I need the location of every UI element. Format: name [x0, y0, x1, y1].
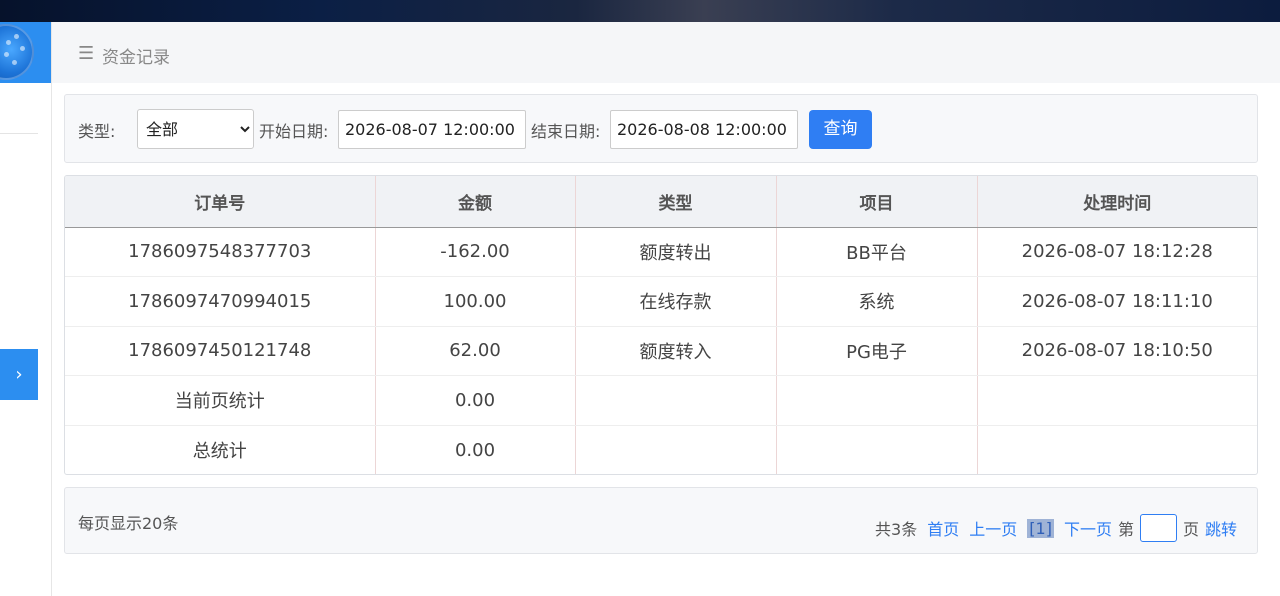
header-type: 类型	[575, 176, 777, 228]
current-page[interactable]: [1]	[1027, 518, 1054, 538]
per-page-text: 每页显示20条	[78, 514, 179, 533]
page-total-amount: 0.00	[375, 375, 576, 426]
sidebar: ›	[0, 22, 52, 596]
amount-cell: 62.00	[375, 326, 576, 376]
pagination-bar: 每页显示20条 共3条 首页 上一页 [1] 下一页 第 页 跳转	[64, 487, 1258, 554]
order-no-cell: 1786097450121748	[65, 326, 376, 376]
page-header: ☰ 资金记录	[52, 22, 1280, 83]
type-select[interactable]: 全部	[137, 109, 254, 149]
header-amount: 金额	[375, 176, 576, 228]
page-total-row: 当前页统计 0.00	[65, 375, 1257, 426]
grand-total-row: 总统计 0.00	[65, 425, 1257, 474]
filter-bar: 类型: 全部 开始日期: 结束日期: 查询	[64, 94, 1258, 163]
start-date-label: 开始日期:	[259, 122, 329, 141]
table-header-row: 订单号 金额 类型 项目 处理时间	[65, 176, 1257, 228]
table-row: 1786097470994015 100.00 在线存款 系统 2026-08-…	[65, 276, 1257, 327]
time-cell: 2026-08-07 18:11:10	[977, 276, 1257, 327]
top-banner	[0, 0, 1280, 22]
amount-cell: 100.00	[375, 276, 576, 327]
logo	[0, 22, 51, 83]
end-date-label: 结束日期:	[531, 122, 601, 141]
type-cell: 在线存款	[575, 276, 777, 327]
pagination: 共3条 首页 上一页 [1] 下一页 第 页 跳转	[875, 514, 1237, 542]
header-order-no: 订单号	[65, 176, 376, 228]
amount-cell: -162.00	[375, 227, 576, 277]
page-suffix: 页	[1182, 520, 1199, 539]
first-page-link[interactable]: 首页	[927, 516, 959, 540]
time-cell: 2026-08-07 18:12:28	[977, 227, 1257, 277]
records-table: 订单号 金额 类型 项目 处理时间 1786097548377703 -162.…	[64, 175, 1258, 475]
total-count: 共3条	[875, 520, 918, 539]
header-item: 项目	[776, 176, 978, 228]
sidebar-toggle-button[interactable]: ›	[0, 349, 38, 400]
grand-total-label: 总统计	[65, 425, 376, 474]
time-cell: 2026-08-07 18:10:50	[977, 326, 1257, 376]
query-button[interactable]: 查询	[809, 110, 872, 149]
page-prefix: 第	[1117, 520, 1134, 539]
page-title: 资金记录	[102, 48, 170, 68]
page-number-input[interactable]	[1139, 514, 1177, 542]
item-cell: PG电子	[776, 326, 978, 376]
type-cell: 额度转入	[575, 326, 777, 376]
end-date-input[interactable]	[610, 110, 798, 149]
grand-total-amount: 0.00	[375, 425, 576, 474]
type-cell: 额度转出	[575, 227, 777, 277]
item-cell: 系统	[776, 276, 978, 327]
prev-page-link[interactable]: 上一页	[969, 516, 1017, 540]
start-date-input[interactable]	[338, 110, 526, 149]
header-time: 处理时间	[977, 176, 1257, 228]
order-no-cell: 1786097548377703	[65, 227, 376, 277]
chevron-right-icon: ›	[15, 364, 23, 385]
menu-icon[interactable]: ☰	[78, 43, 94, 64]
order-no-cell: 1786097470994015	[65, 276, 376, 327]
table-row: 1786097450121748 62.00 额度转入 PG电子 2026-08…	[65, 326, 1257, 376]
sidebar-divider	[0, 133, 38, 134]
jump-link[interactable]: 跳转	[1205, 516, 1237, 540]
page-total-label: 当前页统计	[65, 375, 376, 426]
table-row: 1786097548377703 -162.00 额度转出 BB平台 2026-…	[65, 227, 1257, 277]
item-cell: BB平台	[776, 227, 978, 277]
type-label: 类型:	[78, 122, 116, 141]
next-page-link[interactable]: 下一页	[1064, 516, 1112, 540]
